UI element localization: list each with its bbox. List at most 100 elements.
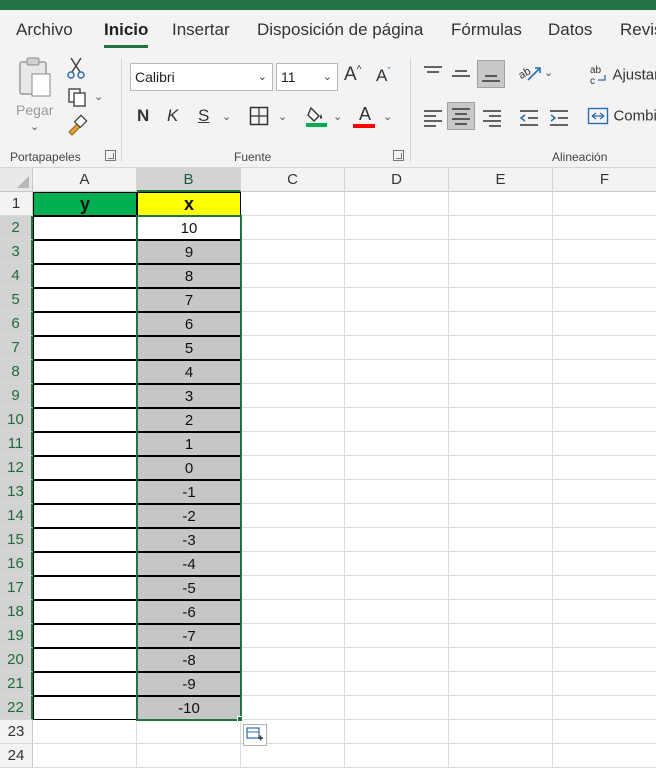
cell-x-value[interactable]: 8 — [137, 264, 241, 288]
cell-y-value[interactable] — [33, 624, 137, 648]
cell-x-value[interactable]: 2 — [137, 408, 241, 432]
cell[interactable] — [449, 720, 553, 744]
row-header[interactable]: 1 — [0, 192, 33, 216]
cell[interactable] — [449, 648, 553, 672]
cell[interactable] — [241, 336, 345, 360]
cell[interactable] — [449, 552, 553, 576]
cell[interactable] — [241, 528, 345, 552]
cell-y-value[interactable] — [33, 504, 137, 528]
cell[interactable] — [345, 624, 449, 648]
cell[interactable] — [241, 456, 345, 480]
cell[interactable] — [241, 360, 345, 384]
row-header[interactable]: 2 — [0, 216, 33, 240]
cell[interactable] — [241, 552, 345, 576]
cell[interactable] — [553, 672, 656, 696]
align-left-button[interactable] — [422, 108, 444, 133]
cell-y-value[interactable] — [33, 360, 137, 384]
cell[interactable] — [241, 432, 345, 456]
row-header[interactable]: 18 — [0, 600, 33, 624]
quick-analysis-button[interactable] — [243, 724, 267, 746]
fill-color-button[interactable] — [305, 104, 329, 133]
cell[interactable] — [33, 744, 137, 768]
cell-y-value[interactable] — [33, 696, 137, 720]
align-bottom-button[interactable] — [477, 60, 505, 88]
cell-x-value[interactable]: -2 — [137, 504, 241, 528]
cell[interactable] — [345, 408, 449, 432]
cell[interactable] — [553, 600, 656, 624]
cell[interactable] — [345, 504, 449, 528]
font-color-button[interactable]: A — [353, 104, 377, 128]
cell[interactable] — [345, 600, 449, 624]
format-painter-button[interactable] — [66, 114, 88, 141]
row-header[interactable]: 7 — [0, 336, 33, 360]
row-header[interactable]: 17 — [0, 576, 33, 600]
cell[interactable] — [553, 384, 656, 408]
row-header[interactable]: 14 — [0, 504, 33, 528]
cell[interactable] — [553, 744, 656, 768]
row-header[interactable]: 5 — [0, 288, 33, 312]
cell-y-value[interactable] — [33, 384, 137, 408]
cell[interactable] — [449, 624, 553, 648]
cell[interactable] — [553, 360, 656, 384]
chevron-down-icon[interactable]: ⌄ — [278, 110, 287, 123]
cell[interactable] — [553, 240, 656, 264]
font-size-select[interactable]: 11 ⌄ — [276, 63, 338, 91]
cell[interactable] — [241, 600, 345, 624]
italic-button[interactable]: K — [167, 106, 178, 126]
cell-y-value[interactable] — [33, 648, 137, 672]
cell-y-value[interactable] — [33, 240, 137, 264]
cell-y-value[interactable] — [33, 336, 137, 360]
row-header[interactable]: 9 — [0, 384, 33, 408]
cell[interactable] — [449, 744, 553, 768]
tab-archivo[interactable]: Archivo — [16, 20, 73, 40]
row-header[interactable]: 23 — [0, 720, 33, 744]
cell[interactable] — [449, 264, 553, 288]
cell[interactable] — [553, 456, 656, 480]
row-header[interactable]: 12 — [0, 456, 33, 480]
cell[interactable] — [345, 672, 449, 696]
cell[interactable] — [345, 528, 449, 552]
cell[interactable] — [241, 192, 345, 216]
cell[interactable] — [553, 264, 656, 288]
cell[interactable] — [553, 552, 656, 576]
cell[interactable] — [345, 648, 449, 672]
cell[interactable] — [241, 696, 345, 720]
cell-y-value[interactable] — [33, 672, 137, 696]
cell[interactable] — [449, 288, 553, 312]
cell-x-value[interactable]: -6 — [137, 600, 241, 624]
row-header[interactable]: 15 — [0, 528, 33, 552]
chevron-down-icon[interactable]: ⌄ — [383, 110, 392, 123]
align-top-button[interactable] — [422, 64, 444, 89]
cell-y-value[interactable] — [33, 216, 137, 240]
cell[interactable] — [241, 312, 345, 336]
clipboard-launcher-icon[interactable] — [105, 150, 116, 161]
cell[interactable] — [449, 672, 553, 696]
cell[interactable] — [553, 288, 656, 312]
bold-button[interactable]: N — [137, 106, 149, 126]
cell[interactable] — [553, 576, 656, 600]
orientation-button[interactable]: ab ⌄ — [516, 62, 553, 89]
cell[interactable] — [241, 576, 345, 600]
font-name-select[interactable]: Calibri ⌄ — [130, 63, 273, 91]
row-header[interactable]: 24 — [0, 744, 33, 768]
cell[interactable] — [345, 384, 449, 408]
cell[interactable] — [241, 384, 345, 408]
cell-x-value[interactable]: -3 — [137, 528, 241, 552]
cell-x-value[interactable]: 5 — [137, 336, 241, 360]
row-header[interactable]: 4 — [0, 264, 33, 288]
cut-button[interactable] — [66, 56, 86, 85]
cell[interactable] — [449, 192, 553, 216]
tab-insertar[interactable]: Insertar — [172, 20, 230, 40]
cell[interactable] — [553, 192, 656, 216]
cell[interactable] — [345, 744, 449, 768]
cell-x-value[interactable]: -9 — [137, 672, 241, 696]
cell[interactable] — [449, 696, 553, 720]
copy-button[interactable]: ⌄ — [66, 86, 106, 113]
tab-revisar[interactable]: Revis — [620, 20, 656, 40]
cell-y-value[interactable] — [33, 456, 137, 480]
font-launcher-icon[interactable] — [393, 150, 404, 161]
tab-inicio[interactable]: Inicio — [104, 20, 149, 48]
cell[interactable] — [345, 720, 449, 744]
increase-indent-button[interactable] — [548, 108, 570, 133]
cell[interactable] — [345, 360, 449, 384]
